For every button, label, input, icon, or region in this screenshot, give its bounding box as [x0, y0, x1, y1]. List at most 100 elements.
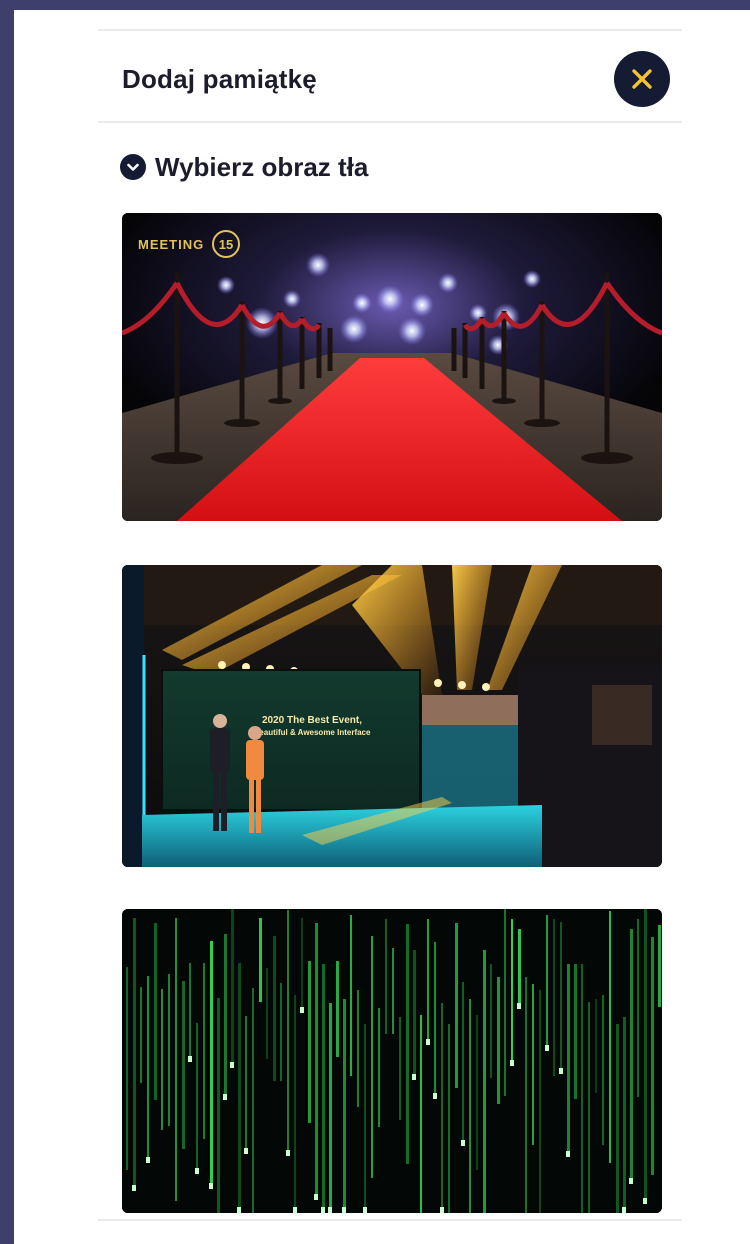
matrix-column — [427, 919, 429, 1045]
matrix-column — [189, 963, 191, 1062]
matrix-column — [210, 941, 213, 1189]
matrix-column — [392, 948, 394, 1034]
svg-text:2020 The Best Event,: 2020 The Best Event, — [262, 715, 362, 726]
matrix-column — [231, 909, 234, 1068]
section-title: Wybierz obraz tła — [155, 151, 369, 182]
matrix-column — [217, 998, 220, 1213]
matrix-column — [126, 967, 128, 1170]
bottom-divider — [98, 1219, 682, 1221]
matrix-column — [371, 936, 373, 1178]
matrix-column — [511, 919, 513, 1066]
matrix-column — [441, 1003, 443, 1213]
modal-title: Dodaj pamiątkę — [122, 64, 317, 94]
matrix-column — [196, 1023, 198, 1174]
matrix-column — [448, 1024, 450, 1213]
matrix-column — [546, 915, 548, 1051]
matrix-column — [273, 936, 276, 1081]
matrix-glyph-head — [440, 1207, 444, 1213]
background-section-toggle[interactable]: Wybierz obraz tła — [120, 149, 368, 185]
matrix-glyph-head — [321, 1207, 325, 1213]
matrix-column — [644, 909, 647, 1204]
stage-image: 2020 The Best Event, Beautiful & Awesome… — [122, 565, 662, 867]
matrix-column — [224, 934, 227, 1100]
matrix-column — [343, 999, 346, 1213]
matrix-column — [322, 964, 325, 1213]
matrix-glyph-head — [230, 1062, 234, 1068]
header-divider — [98, 121, 682, 123]
matrix-column — [168, 974, 170, 1126]
matrix-column — [406, 924, 409, 1164]
matrix-glyph-head — [643, 1198, 647, 1204]
matrix-column — [413, 950, 416, 1080]
matrix-column — [476, 1015, 478, 1170]
matrix-column — [420, 1015, 422, 1213]
matrix-column — [203, 963, 205, 1139]
matrix-column — [336, 961, 339, 1057]
matrix-glyph-head — [426, 1039, 430, 1045]
matrix-column — [378, 1008, 380, 1127]
matrix-column — [399, 1017, 401, 1120]
background-option-matrix[interactable] — [122, 909, 662, 1213]
matrix-column — [658, 925, 661, 1007]
matrix-column — [616, 1024, 619, 1213]
matrix-glyph-head — [244, 1148, 248, 1154]
add-memento-modal: Dodaj pamiątkę Wybierz obraz tła MEETING… — [14, 10, 750, 1244]
matrix-glyph-head — [209, 1183, 213, 1189]
matrix-column — [140, 987, 142, 1083]
matrix-column — [497, 977, 500, 1104]
matrix-glyph-head — [328, 1207, 332, 1213]
matrix-glyph-head — [188, 1056, 192, 1062]
matrix-column — [245, 1016, 247, 1154]
close-button[interactable] — [614, 51, 670, 107]
matrix-glyph-head — [517, 1003, 521, 1009]
matrix-column — [588, 1002, 590, 1213]
top-divider — [98, 29, 682, 31]
matrix-column — [252, 988, 254, 1213]
matrix-glyph-head — [132, 1185, 136, 1191]
matrix-column — [490, 964, 492, 1078]
close-icon — [632, 69, 652, 89]
matrix-column — [483, 950, 486, 1213]
matrix-glyph-head — [433, 1093, 437, 1099]
background-option-red-carpet[interactable]: MEETING 15 — [122, 213, 662, 521]
matrix-column — [301, 918, 303, 1013]
matrix-column — [357, 990, 359, 1107]
matrix-column — [161, 989, 163, 1130]
matrix-column — [630, 929, 633, 1184]
svg-text:15: 15 — [219, 237, 233, 252]
matrix-glyph-head — [195, 1168, 199, 1174]
matrix-glyph-head — [461, 1140, 465, 1146]
background-option-stage[interactable]: 2020 The Best Event, Beautiful & Awesome… — [122, 565, 662, 867]
matrix-column — [504, 909, 506, 1096]
svg-text:MEETING: MEETING — [138, 237, 204, 252]
matrix-glyph-head — [237, 1207, 241, 1213]
matrix-column — [532, 984, 534, 1145]
matrix-column — [623, 1017, 626, 1213]
matrix-column — [147, 976, 149, 1163]
matrix-glyph-head — [559, 1068, 563, 1074]
matrix-column — [637, 919, 639, 1097]
matrix-column — [567, 964, 570, 1157]
matrix-column — [560, 922, 562, 1074]
matrix-column — [525, 977, 527, 1213]
matrix-column — [287, 910, 289, 1156]
matrix-image — [122, 909, 662, 1213]
matrix-column — [469, 999, 471, 1213]
matrix-column — [434, 942, 436, 1099]
matrix-glyph-head — [629, 1178, 633, 1184]
matrix-column — [238, 963, 241, 1213]
matrix-column — [602, 995, 604, 1145]
matrix-column — [294, 995, 296, 1213]
matrix-column — [364, 1024, 366, 1213]
matrix-glyph-head — [146, 1157, 150, 1163]
matrix-column — [609, 911, 611, 1163]
matrix-column — [266, 968, 268, 1059]
matrix-column — [329, 1003, 332, 1213]
matrix-glyph-head — [286, 1150, 290, 1156]
matrix-column — [182, 981, 185, 1149]
matrix-column — [385, 919, 387, 1034]
matrix-column — [315, 923, 318, 1200]
matrix-column — [259, 918, 262, 1002]
matrix-column — [574, 964, 577, 1099]
matrix-glyph-head — [342, 1207, 346, 1213]
